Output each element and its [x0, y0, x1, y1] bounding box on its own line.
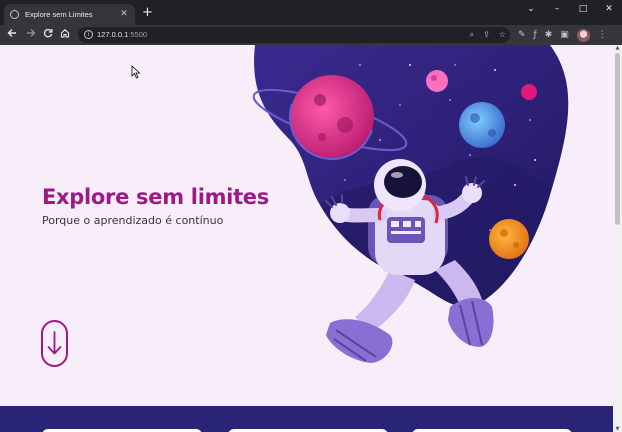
reload-button[interactable] — [41, 28, 55, 42]
page-scrollbar[interactable]: ▲ ▼ — [613, 45, 622, 432]
back-button[interactable] — [5, 28, 19, 42]
globe-icon — [10, 10, 19, 19]
arrow-right-icon — [27, 29, 36, 37]
info-icon[interactable]: i — [84, 30, 93, 39]
forward-button[interactable] — [24, 28, 38, 42]
scroll-down-arrow-icon[interactable]: ▼ — [614, 426, 621, 432]
tab-search-icon[interactable]: ⌄ — [518, 0, 544, 18]
minimize-button[interactable]: – — [544, 0, 570, 18]
zoom-icon[interactable]: ⌕ — [470, 29, 474, 41]
side-panel-icon[interactable]: ▣ — [560, 28, 569, 42]
scroll-up-arrow-icon[interactable]: ▲ — [614, 45, 621, 51]
profile-avatar[interactable] — [576, 28, 590, 42]
url-host: 127.0.0.1 — [97, 30, 129, 39]
extension-f-icon[interactable]: ƒ — [534, 28, 537, 42]
tab-strip: Explore sem Limites ✕ + ⌄ – □ ✕ — [0, 0, 622, 25]
scroll-down-button[interactable] — [41, 320, 68, 367]
extensions-puzzle-icon[interactable]: ✱ — [545, 28, 553, 42]
page-viewport: Explore sem limites Porque o aprendizado… — [0, 45, 613, 432]
menu-kebab-icon[interactable]: ⋮ — [598, 28, 607, 42]
mouse-cursor-icon — [131, 65, 141, 79]
home-button[interactable] — [58, 28, 72, 42]
close-window-button[interactable]: ✕ — [596, 0, 622, 18]
reload-icon — [43, 28, 53, 38]
scrollbar-thumb[interactable] — [615, 53, 620, 225]
home-icon — [60, 29, 70, 38]
hero-title: Explore sem limites — [42, 185, 269, 209]
tab-title: Explore sem Limites — [25, 10, 93, 19]
address-bar[interactable]: i 127.0.0.1:5500 ⌕ ⇪ ☆ — [78, 27, 510, 43]
url-text: 127.0.0.1:5500 — [97, 30, 147, 39]
new-tab-button[interactable]: + — [142, 6, 153, 19]
share-icon[interactable]: ⇪ — [483, 29, 490, 41]
bookmark-star-icon[interactable]: ☆ — [499, 29, 506, 41]
features-section — [0, 406, 613, 432]
extensions-area: ✎ ƒ ✱ ▣ ⋮ — [518, 28, 607, 42]
window-controls: ⌄ – □ ✕ — [518, 0, 622, 18]
omnibox-actions: ⌕ ⇪ ☆ — [470, 29, 506, 41]
astronaut-illustration — [252, 45, 569, 363]
maximize-button[interactable]: □ — [570, 0, 596, 18]
hero-subtitle: Porque o aprendizado é contínuo — [42, 214, 224, 227]
arrow-left-icon — [7, 29, 16, 37]
browser-toolbar: i 127.0.0.1:5500 ⌕ ⇪ ☆ ✎ ƒ ✱ ▣ ⋮ — [0, 25, 622, 45]
browser-tab[interactable]: Explore sem Limites ✕ — [4, 4, 135, 25]
url-port: :5500 — [128, 30, 148, 39]
arrow-down-icon — [47, 331, 62, 355]
tab-close-icon[interactable]: ✕ — [119, 10, 129, 19]
extension-pen-icon[interactable]: ✎ — [518, 28, 526, 42]
